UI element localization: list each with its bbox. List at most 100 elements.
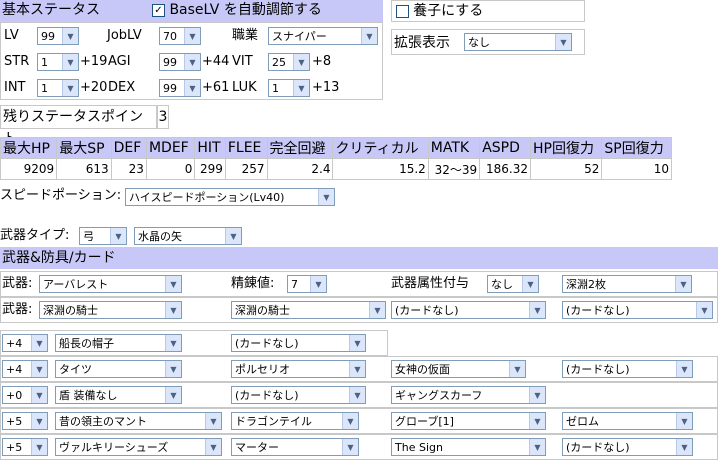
chevron-down-icon: ▼ (205, 413, 221, 429)
head-refine-select[interactable]: +4 ▼ (2, 334, 48, 352)
chevron-down-icon: ▼ (205, 439, 221, 455)
weapon2-card1-select[interactable]: 深淵の騎士 ▼ (231, 301, 386, 319)
arrow-select[interactable]: 水晶の矢 ▼ (134, 227, 242, 245)
weapon1-select[interactable]: アーバレスト ▼ (39, 275, 182, 293)
chevron-down-icon: ▼ (509, 361, 525, 377)
chevron-down-icon: ▼ (342, 439, 358, 455)
garment-card-select[interactable]: ドラゴンテイル ▼ (231, 412, 359, 430)
chevron-down-icon: ▼ (529, 302, 545, 318)
str-label: STR (4, 54, 30, 69)
shield-item-select[interactable]: 盾 装備なし ▼ (55, 386, 182, 404)
body-refine-select[interactable]: +4 ▼ (2, 360, 48, 378)
weapon2-card3-select[interactable]: (カードなし) ▼ (562, 301, 713, 319)
auto-adjust-checkbox[interactable]: ✓ (152, 3, 165, 17)
stat-value: 52 (530, 158, 603, 180)
weapon1-card-select[interactable]: 深淵2枚 ▼ (562, 275, 692, 293)
int-select[interactable]: 1 ▼ (37, 79, 79, 97)
stat-header: MATK (427, 137, 481, 159)
stat-value: 186.32 (479, 158, 532, 180)
stats-value-row: 9209 613 23 0 299 257 2.4 15.2 32〜39 186… (0, 158, 672, 180)
lv-select[interactable]: 99 ▼ (37, 27, 79, 45)
chevron-down-icon: ▼ (676, 439, 692, 455)
head-mid-select[interactable]: 女神の仮面 ▼ (391, 360, 526, 378)
adopt-option[interactable]: 養子にする (391, 0, 585, 22)
vit-select[interactable]: 25 ▼ (268, 53, 310, 71)
chevron-down-icon: ▼ (293, 80, 309, 96)
str-bonus: +19 (80, 54, 108, 69)
shoes-refine-select[interactable]: +5 ▼ (2, 438, 48, 456)
luk-select[interactable]: 1 ▼ (268, 79, 310, 97)
head-card-select[interactable]: (カードなし) ▼ (231, 334, 366, 352)
stat-header: HIT (194, 137, 226, 159)
stat-value: 15.2 (332, 158, 429, 180)
extended-display: 拡張表示 なし ▼ (391, 29, 585, 55)
chevron-down-icon: ▼ (529, 439, 545, 455)
chevron-down-icon: ▼ (184, 80, 200, 96)
auto-adjust-option[interactable]: ✓ BaseLV を自動調節する (152, 0, 322, 20)
head-item-select[interactable]: 船長の帽子 ▼ (55, 334, 182, 352)
accessory2-select[interactable]: The Sign ▼ (391, 438, 546, 456)
remaining-points-value: 3 (157, 105, 169, 129)
chevron-down-icon: ▼ (165, 302, 181, 318)
stat-header: SP回復力 (601, 137, 672, 159)
weapon2-select[interactable]: 深淵の騎士 ▼ (39, 301, 182, 319)
body-item-select[interactable]: タイツ ▼ (55, 360, 182, 378)
head-low-select[interactable]: ギャングスカーフ ▼ (391, 386, 546, 404)
garment-item-select[interactable]: 昔の領主のマント ▼ (55, 412, 222, 430)
ext-label: 拡張表示 (394, 35, 450, 51)
dex-bonus: +61 (202, 80, 230, 95)
stat-header: 最大HP (0, 137, 58, 159)
job-select[interactable]: スナイパー ▼ (268, 27, 378, 45)
stat-header: 完全回避 (266, 137, 334, 159)
str-select[interactable]: 1 ▼ (37, 53, 79, 71)
basic-status-title: 基本ステータス (2, 2, 100, 18)
chevron-down-icon: ▼ (529, 413, 545, 429)
chevron-down-icon: ▼ (555, 34, 571, 50)
weapon-type-select[interactable]: 弓 ▼ (79, 227, 127, 245)
chevron-down-icon: ▼ (293, 54, 309, 70)
joblv-select[interactable]: 70 ▼ (159, 27, 201, 45)
shoes-card-select[interactable]: マーター ▼ (231, 438, 359, 456)
shoes-item-select[interactable]: ヴァルキリーシューズ ▼ (55, 438, 222, 456)
chevron-down-icon: ▼ (165, 361, 181, 377)
stat-value: 32〜39 (427, 158, 481, 180)
ext-select[interactable]: なし ▼ (464, 33, 572, 51)
accessory2-card-select[interactable]: (カードなし) ▼ (562, 438, 693, 456)
shield-refine-select[interactable]: +0 ▼ (2, 386, 48, 404)
shield-card-select[interactable]: (カードなし) ▼ (231, 386, 366, 404)
accessory1-card-select[interactable]: ゼロム ▼ (562, 412, 693, 430)
adopt-checkbox[interactable] (396, 5, 409, 18)
garment-refine-select[interactable]: +5 ▼ (2, 412, 48, 430)
chevron-down-icon: ▼ (318, 189, 334, 205)
stat-value: 10 (601, 158, 672, 180)
chevron-down-icon: ▼ (31, 413, 47, 429)
body-card-select[interactable]: ポルセリオ ▼ (231, 360, 366, 378)
chevron-down-icon: ▼ (110, 228, 126, 244)
chevron-down-icon: ▼ (696, 302, 712, 318)
chevron-down-icon: ▼ (165, 387, 181, 403)
joblv-label: JobLV (107, 28, 142, 43)
dex-label: DEX (108, 80, 136, 95)
head-mid-card-select[interactable]: (カードなし) ▼ (562, 360, 693, 378)
weapon1-label: 武器: (2, 276, 33, 291)
job-label: 職業 (232, 28, 259, 43)
speed-potion-select[interactable]: ハイスピードポーション(Lv40) ▼ (125, 188, 335, 206)
chevron-down-icon: ▼ (62, 54, 78, 70)
stats-header-row: 最大HP 最大SP DEF MDEF HIT FLEE 完全回避 クリティカル … (0, 137, 672, 159)
agi-select[interactable]: 99 ▼ (159, 53, 201, 71)
chevron-down-icon: ▼ (522, 276, 538, 292)
chevron-down-icon: ▼ (310, 276, 326, 292)
refine-select[interactable]: 7 ▼ (287, 275, 327, 293)
element-select[interactable]: なし ▼ (487, 275, 539, 293)
chevron-down-icon: ▼ (225, 228, 241, 244)
equipment-header: 武器&防具/カード (0, 247, 718, 269)
stat-value: 0 (145, 158, 196, 180)
stat-header: ASPD (479, 137, 532, 159)
int-label: INT (4, 80, 26, 95)
stat-header: MDEF (145, 137, 196, 159)
weapon2-card2-select[interactable]: (カードなし) ▼ (391, 301, 546, 319)
stats-table: 最大HP 最大SP DEF MDEF HIT FLEE 完全回避 クリティカル … (0, 137, 672, 180)
stat-header: DEF (110, 137, 147, 159)
dex-select[interactable]: 99 ▼ (159, 79, 201, 97)
accessory1-select[interactable]: グローブ[1] ▼ (391, 412, 546, 430)
